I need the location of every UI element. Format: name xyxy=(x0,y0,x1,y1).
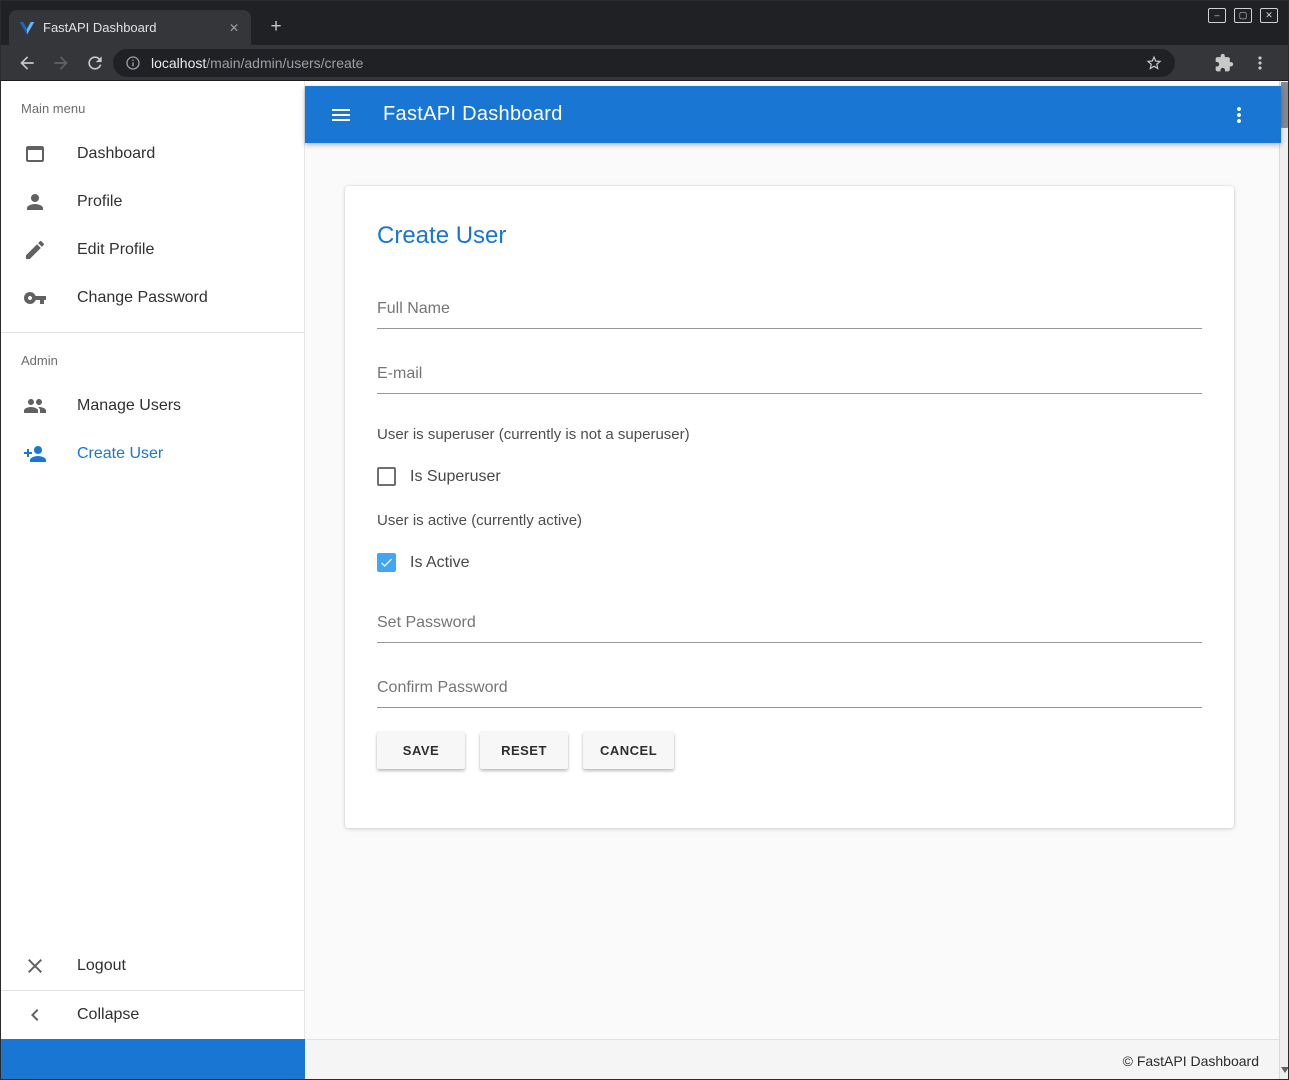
content-area: Create User User is superuser (currently… xyxy=(305,143,1281,1039)
reset-button[interactable]: RESET xyxy=(480,732,568,769)
url-text: localhost/main/admin/users/create xyxy=(151,55,1137,71)
sidebar-item-collapse[interactable]: Collapse xyxy=(1,991,304,1039)
sidebar-item-label: Collapse xyxy=(77,1006,139,1024)
forward-button[interactable] xyxy=(51,53,71,73)
sidebar-item-profile[interactable]: Profile xyxy=(1,178,304,226)
url-path: /main/admin/users/create xyxy=(206,55,363,71)
sidebar-item-create-user[interactable]: Create User xyxy=(1,430,304,478)
person-add-icon xyxy=(23,442,47,466)
key-icon xyxy=(23,286,47,310)
chevron-left-icon xyxy=(23,1003,47,1027)
window-close-button[interactable]: ✕ xyxy=(1260,8,1278,23)
close-icon xyxy=(23,954,47,978)
tab-title: FastAPI Dashboard xyxy=(43,20,225,35)
browser-titlebar: FastAPI Dashboard ✕ + – ▢ ✕ xyxy=(1,1,1288,45)
back-button[interactable] xyxy=(17,53,37,73)
browser-toolbar: localhost/main/admin/users/create xyxy=(1,45,1288,81)
superuser-checkbox[interactable] xyxy=(377,467,396,486)
save-button[interactable]: SAVE xyxy=(377,732,465,769)
confirm-password-field xyxy=(377,673,1202,708)
reload-button[interactable] xyxy=(85,53,105,73)
sidebar-item-label: Profile xyxy=(77,193,122,211)
sidebar-item-logout[interactable]: Logout xyxy=(1,942,304,990)
superuser-checkbox-row[interactable]: Is Superuser xyxy=(377,467,1202,486)
sidebar-spacer xyxy=(1,478,304,942)
browser-window: FastAPI Dashboard ✕ + – ▢ ✕ localhost/ma… xyxy=(0,0,1289,1080)
site-info-icon[interactable] xyxy=(125,55,141,71)
people-icon xyxy=(23,394,47,418)
active-checkbox[interactable] xyxy=(377,553,396,572)
bookmark-star-icon[interactable] xyxy=(1145,54,1163,72)
extensions-icon[interactable] xyxy=(1214,53,1234,73)
email-field xyxy=(377,359,1202,394)
full-name-input[interactable] xyxy=(377,294,1202,329)
password-input[interactable] xyxy=(377,608,1202,643)
email-input[interactable] xyxy=(377,359,1202,394)
form-buttons: SAVE RESET CANCEL xyxy=(377,732,1202,769)
window-controls: – ▢ ✕ xyxy=(1208,8,1278,23)
sidebar-item-label: Dashboard xyxy=(77,145,155,163)
copyright-text: © FastAPI Dashboard xyxy=(1123,1053,1259,1069)
superuser-checkbox-label: Is Superuser xyxy=(410,468,501,486)
sidebar-item-label: Manage Users xyxy=(77,397,181,415)
sidebar-section-admin: Admin xyxy=(1,333,304,382)
sidebar-item-dashboard[interactable]: Dashboard xyxy=(1,130,304,178)
confirm-password-input[interactable] xyxy=(377,673,1202,708)
sidebar-item-manage-users[interactable]: Manage Users xyxy=(1,382,304,430)
browser-tab[interactable]: FastAPI Dashboard ✕ xyxy=(9,10,251,45)
hamburger-menu-icon[interactable] xyxy=(329,103,353,127)
vuetify-favicon-icon xyxy=(19,20,35,36)
sidebar: Main menu Dashboard Profile Edit Profile xyxy=(1,81,305,1039)
app-bar: FastAPI Dashboard xyxy=(305,86,1281,143)
superuser-hint: User is superuser (currently is not a su… xyxy=(377,426,1202,443)
page: Main menu Dashboard Profile Edit Profile xyxy=(1,81,1288,1080)
full-name-field xyxy=(377,294,1202,329)
sidebar-item-label: Create User xyxy=(77,445,163,463)
tab-close-icon[interactable]: ✕ xyxy=(225,19,243,37)
pencil-icon xyxy=(23,238,47,262)
sidebar-item-label: Change Password xyxy=(77,289,208,307)
address-bar[interactable]: localhost/main/admin/users/create xyxy=(113,49,1175,77)
sidebar-item-edit-profile[interactable]: Edit Profile xyxy=(1,226,304,274)
password-field xyxy=(377,608,1202,643)
footer-accent-block xyxy=(1,1039,305,1080)
card-title: Create User xyxy=(377,222,1202,250)
page-scrollbar[interactable] xyxy=(1279,81,1288,1080)
scrollbar-down-arrow-icon[interactable] xyxy=(1281,1067,1289,1073)
active-hint: User is active (currently active) xyxy=(377,512,1202,529)
window-maximize-button[interactable]: ▢ xyxy=(1234,8,1252,23)
active-checkbox-label: Is Active xyxy=(410,554,470,572)
appbar-kebab-icon[interactable] xyxy=(1227,103,1251,127)
cancel-button[interactable]: CANCEL xyxy=(583,732,674,769)
sidebar-item-label: Logout xyxy=(77,957,126,975)
dashboard-icon xyxy=(23,142,47,166)
page-footer: © FastAPI Dashboard xyxy=(305,1039,1281,1080)
url-host: localhost xyxy=(151,55,206,71)
appbar-title: FastAPI Dashboard xyxy=(383,103,563,126)
person-icon xyxy=(23,190,47,214)
sidebar-section-main-menu: Main menu xyxy=(1,81,304,130)
active-checkbox-row[interactable]: Is Active xyxy=(377,553,1202,572)
main-area: FastAPI Dashboard Create User User is su… xyxy=(305,81,1281,1080)
browser-menu-kebab-icon[interactable] xyxy=(1250,53,1270,73)
new-tab-button[interactable]: + xyxy=(263,14,289,40)
window-minimize-button[interactable]: – xyxy=(1208,8,1226,23)
create-user-card: Create User User is superuser (currently… xyxy=(345,186,1234,828)
sidebar-item-change-password[interactable]: Change Password xyxy=(1,274,304,322)
scrollbar-thumb[interactable] xyxy=(1281,82,1288,128)
sidebar-item-label: Edit Profile xyxy=(77,241,154,259)
